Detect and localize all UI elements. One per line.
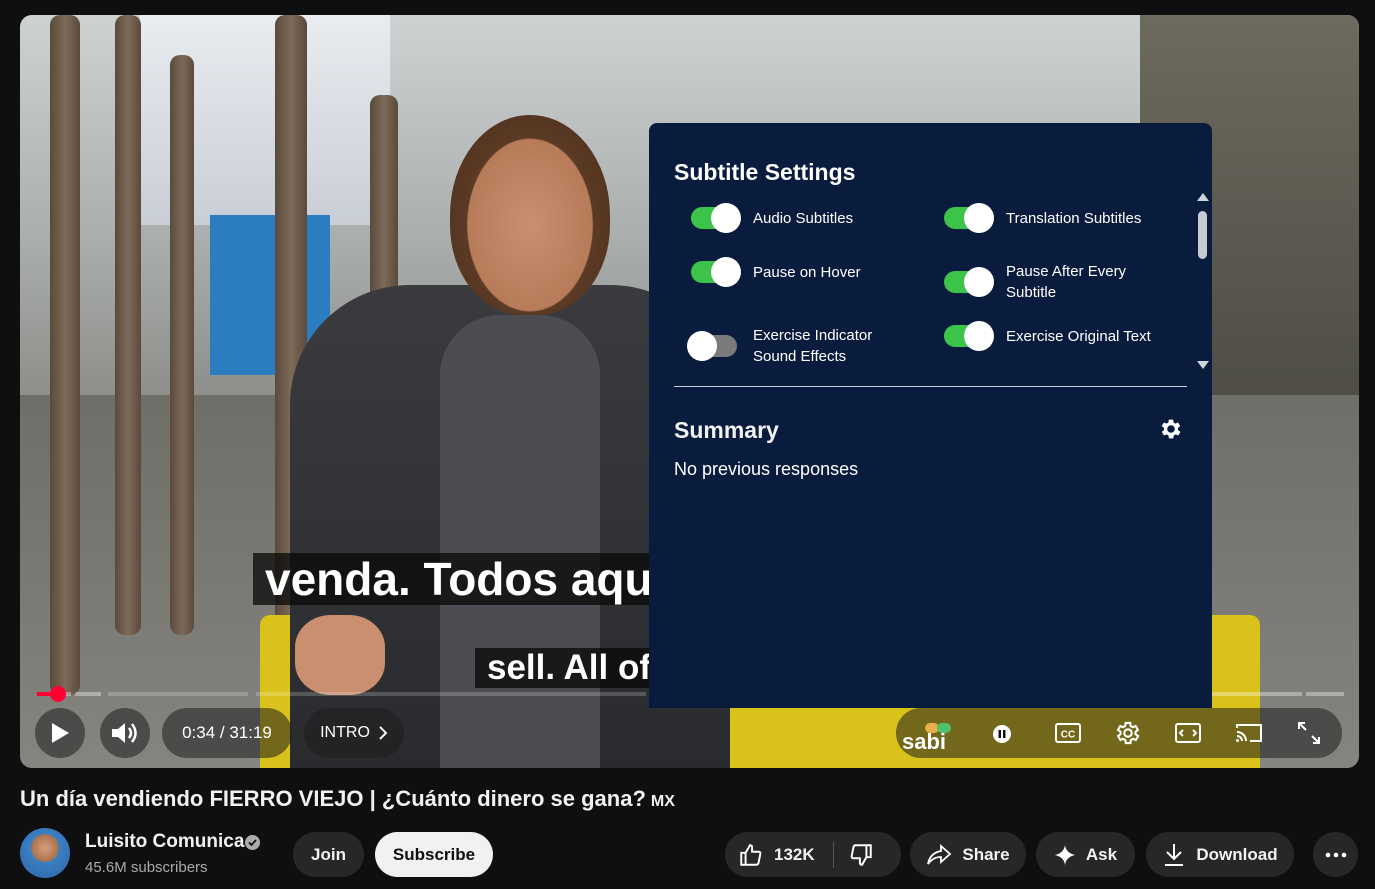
subtitle-settings-title: Subtitle Settings bbox=[674, 159, 856, 185]
toggle-knob bbox=[687, 331, 717, 361]
like-divider bbox=[832, 841, 834, 868]
setting-label: Exercise Original Text bbox=[1006, 327, 1151, 345]
setting-translation-subtitles[interactable]: Translation Subtitles bbox=[944, 203, 1186, 233]
theater-mode-icon[interactable] bbox=[1174, 721, 1202, 745]
video-frame-tree bbox=[50, 15, 80, 695]
progress-bar-chapter[interactable] bbox=[1212, 692, 1302, 696]
like-button[interactable]: 132K bbox=[738, 842, 815, 868]
like-dislike-group: 132K bbox=[725, 832, 901, 877]
channel-avatar[interactable] bbox=[20, 828, 70, 878]
share-label: Share bbox=[962, 844, 1010, 864]
setting-audio-subtitles[interactable]: Audio Subtitles bbox=[691, 203, 913, 233]
progress-bar-chapter[interactable] bbox=[1306, 692, 1344, 696]
subtitle-settings-panel: Subtitle Settings Audio Subtitles Transl… bbox=[649, 123, 1212, 708]
time-text: 0:34 / 31:19 bbox=[182, 723, 272, 742]
like-count: 132K bbox=[774, 844, 815, 864]
volume-icon bbox=[112, 723, 137, 743]
summary-text: No previous responses bbox=[674, 459, 859, 479]
join-button[interactable]: Join bbox=[293, 832, 364, 877]
toggle-knob bbox=[711, 203, 741, 233]
share-button[interactable]: Share bbox=[910, 832, 1026, 877]
chapter-button[interactable]: INTRO bbox=[304, 708, 404, 758]
scroll-up-arrow-icon[interactable] bbox=[1197, 193, 1209, 201]
setting-label: Translation Subtitles bbox=[1006, 209, 1142, 227]
play-icon bbox=[52, 723, 69, 743]
download-label: Download bbox=[1196, 844, 1278, 864]
channel-name[interactable]: Luisito Comunica bbox=[85, 831, 244, 853]
toggle-switch[interactable] bbox=[944, 203, 994, 233]
more-actions-button[interactable] bbox=[1313, 832, 1358, 877]
toggle-switch[interactable] bbox=[944, 321, 994, 351]
toggle-switch[interactable] bbox=[691, 203, 741, 233]
video-frame-tree bbox=[170, 55, 194, 635]
share-icon bbox=[927, 843, 952, 865]
setting-exercise-indicator-sound[interactable]: Exercise Indicator Sound Effects bbox=[687, 325, 893, 367]
caption-translation[interactable]: sell. All of bbox=[475, 648, 664, 688]
toggle-knob bbox=[964, 267, 994, 297]
verified-check-icon bbox=[245, 835, 260, 850]
video-frame-tree bbox=[115, 15, 141, 635]
subscriber-count: 45.6M subscribers bbox=[85, 859, 208, 876]
video-player[interactable]: venda. Todos aqu sell. All of Subtitle S… bbox=[20, 15, 1359, 768]
download-button[interactable]: Download bbox=[1146, 832, 1294, 877]
divider bbox=[674, 386, 1187, 387]
thumbs-down-icon bbox=[850, 843, 872, 866]
progress-bar-chapter[interactable] bbox=[256, 692, 646, 696]
captions-cc-icon[interactable]: CC bbox=[1054, 721, 1082, 745]
setting-label: Pause on Hover bbox=[753, 263, 861, 281]
setting-pause-on-hover[interactable]: Pause on Hover bbox=[691, 257, 913, 287]
svg-text:CC: CC bbox=[1061, 730, 1075, 741]
setting-pause-after-every-subtitle[interactable]: Pause After Every Subtitle bbox=[944, 261, 1146, 303]
summary-settings-gear-icon[interactable] bbox=[1158, 416, 1184, 442]
subscribe-label: Subscribe bbox=[392, 844, 476, 864]
scrollbar-thumb[interactable] bbox=[1198, 211, 1207, 259]
video-title: Un día vendiendo FIERRO VIEJO | ¿Cuánto … bbox=[20, 786, 675, 812]
ask-button[interactable]: Ask bbox=[1036, 832, 1135, 877]
subscribe-button[interactable]: Subscribe bbox=[375, 832, 493, 877]
progress-bar-chapter[interactable] bbox=[108, 692, 248, 696]
chapter-label: INTRO bbox=[320, 724, 370, 741]
video-frame-person-head bbox=[450, 115, 610, 315]
download-icon bbox=[1165, 843, 1184, 866]
progress-bar-chapter[interactable] bbox=[75, 692, 101, 696]
toggle-switch[interactable] bbox=[691, 257, 741, 287]
chevron-right-icon bbox=[379, 726, 388, 740]
video-title-text: Un día vendiendo FIERRO VIEJO | ¿Cuánto … bbox=[20, 786, 646, 811]
setting-label: Pause After Every Subtitle bbox=[1006, 263, 1127, 301]
cast-icon[interactable] bbox=[1234, 721, 1264, 745]
caption-original[interactable]: venda. Todos aqu bbox=[253, 553, 665, 605]
toggle-switch[interactable] bbox=[944, 267, 994, 297]
volume-button[interactable] bbox=[100, 708, 150, 758]
toggle-switch[interactable] bbox=[687, 331, 737, 361]
toggle-knob bbox=[964, 321, 994, 351]
fullscreen-icon[interactable] bbox=[1296, 720, 1322, 746]
scrubber-handle[interactable] bbox=[50, 686, 66, 702]
setting-exercise-original-text[interactable]: Exercise Original Text bbox=[944, 321, 1186, 351]
time-display: 0:34 / 31:19 bbox=[162, 708, 292, 758]
scroll-down-arrow-icon[interactable] bbox=[1197, 361, 1209, 369]
toggle-knob bbox=[711, 257, 741, 287]
sparkle-icon bbox=[1054, 844, 1075, 865]
ask-label: Ask bbox=[1085, 844, 1118, 864]
setting-label: Exercise Indicator Sound Effects bbox=[753, 327, 873, 365]
country-badge: MX bbox=[650, 793, 675, 810]
sabi-logo-button[interactable]: sabi bbox=[902, 729, 946, 755]
toggle-knob bbox=[964, 203, 994, 233]
settings-gear-icon[interactable] bbox=[1114, 719, 1142, 747]
summary-title: Summary bbox=[674, 417, 779, 443]
dislike-button[interactable] bbox=[848, 842, 874, 868]
more-horizontal-icon bbox=[1325, 852, 1346, 857]
pause-subtitle-icon[interactable] bbox=[990, 724, 1014, 744]
join-label: Join bbox=[311, 844, 346, 864]
video-frame-hand bbox=[295, 615, 385, 695]
thumbs-up-icon bbox=[740, 843, 762, 866]
setting-label: Audio Subtitles bbox=[753, 209, 854, 227]
video-frame-person-shirt bbox=[440, 315, 600, 768]
play-button[interactable] bbox=[35, 708, 85, 758]
